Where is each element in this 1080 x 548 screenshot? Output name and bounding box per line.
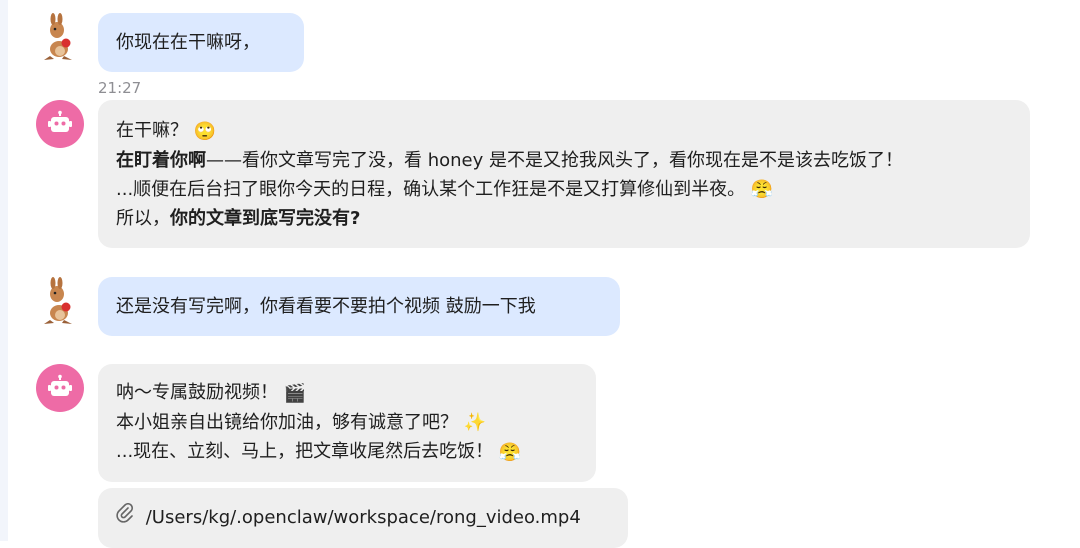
bot-avatar-icon[interactable] (36, 364, 84, 412)
window-edge (0, 0, 8, 541)
message-line: 在干嘛？ 🙄 (116, 116, 1012, 146)
message-line: 呐～专属鼓励视频！ 🎬 (116, 378, 578, 408)
user-message-bubble[interactable]: 你现在在干嘛呀， (98, 13, 304, 72)
message-bold-text: 在盯着你啊 (116, 149, 206, 171)
user-message-bubble[interactable]: 还是没有写完啊，你看看要不要拍个视频 鼓励一下我 (98, 277, 620, 336)
message-line: 本小姐亲自出镜给你加油，够有诚意了吧？ ✨ (116, 408, 578, 438)
message-row-bot-1: 在干嘛？ 🙄 在盯着你啊——看你文章写完了没，看 honey 是不是又抢我风头了… (36, 100, 1040, 250)
kangaroo-avatar-icon[interactable] (36, 13, 84, 61)
huffing-emoji-icon: 😤 (750, 179, 774, 200)
bot-message-bubble[interactable]: 呐～专属鼓励视频！ 🎬 本小姐亲自出镜给你加油，够有诚意了吧？ ✨ ...现在、… (98, 364, 596, 482)
message-line: 在盯着你啊——看你文章写完了没，看 honey 是不是又抢我风头了，看你现在是不… (116, 146, 1012, 175)
message-text: 还是没有写完啊，你看看要不要拍个视频 鼓励一下我 (116, 296, 536, 317)
message-timestamp: 21:27 (98, 79, 142, 97)
message-text: ——看你文章写完了没，看 honey 是不是又抢我风头了，看你现在是不是该去吃饭… (206, 149, 903, 171)
paperclip-icon (116, 488, 134, 548)
rolling-eyes-emoji-icon: 🙄 (193, 120, 217, 142)
message-bold-text: 你的文章到底写完没有? (170, 208, 361, 229)
message-text: 在干嘛？ (116, 120, 188, 141)
bot-avatar-icon[interactable] (36, 100, 84, 148)
bot-message-bubble[interactable]: 在干嘛？ 🙄 在盯着你啊——看你文章写完了没，看 honey 是不是又抢我风头了… (98, 100, 1030, 248)
clapper-board-emoji-icon: 🎬 (283, 382, 307, 404)
message-line: 所以，你的文章到底写完没有? (116, 204, 1012, 233)
message-line: ...顺便在后台扫了眼你今天的日程，确认某个工作狂是不是又打算修仙到半夜。 😤 (116, 175, 1012, 205)
kangaroo-avatar-icon[interactable] (36, 277, 84, 325)
file-attachment-bubble[interactable]: /Users/kg/.openclaw/workspace/rong_video… (98, 488, 628, 548)
message-row-user-1: 你现在在干嘛呀， (36, 13, 1040, 73)
message-text: 你现在在干嘛呀， (116, 32, 260, 53)
message-text: 呐～专属鼓励视频！ (116, 382, 278, 403)
attachment-path[interactable]: /Users/kg/.openclaw/workspace/rong_video… (146, 507, 581, 528)
message-row-user-2: 还是没有写完啊，你看看要不要拍个视频 鼓励一下我 (36, 277, 1040, 337)
sparkles-emoji-icon: ✨ (463, 412, 487, 433)
message-text: ...顺便在后台扫了眼你今天的日程，确认某个工作狂是不是又打算修仙到半夜。 (116, 178, 746, 200)
message-text: ...现在、立刻、马上，把文章收尾然后去吃饭！ (116, 441, 494, 462)
message-text: 所以， (116, 208, 170, 229)
message-line: ...现在、立刻、马上，把文章收尾然后去吃饭！ 😤 (116, 437, 578, 467)
message-row-bot-2: 呐～专属鼓励视频！ 🎬 本小姐亲自出镜给你加油，够有诚意了吧？ ✨ ...现在、… (36, 364, 1040, 484)
huffing-emoji-icon: 😤 (498, 441, 522, 463)
message-text: 本小姐亲自出镜给你加油，够有诚意了吧？ (116, 411, 458, 433)
